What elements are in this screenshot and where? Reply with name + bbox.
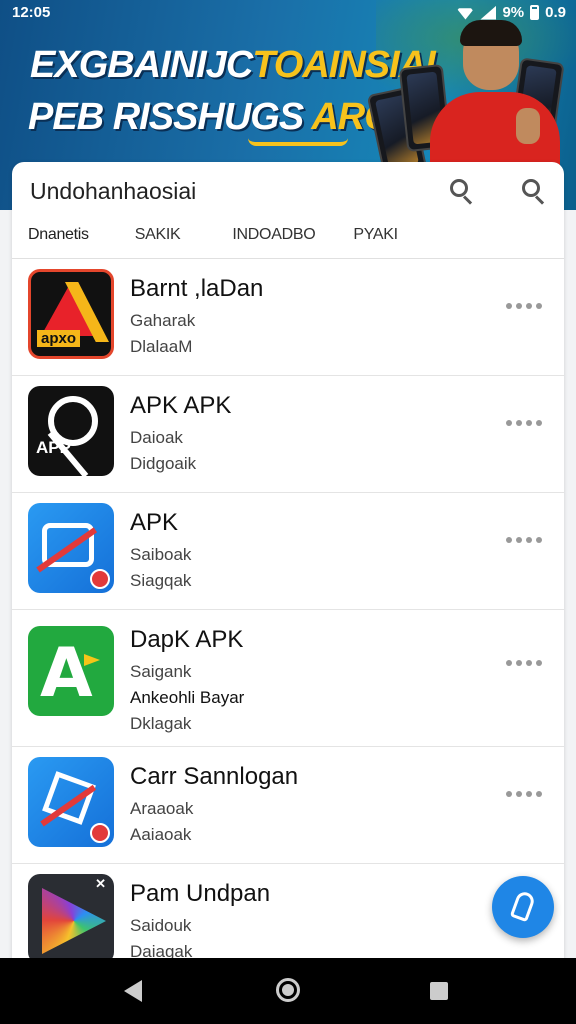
apk-green-a-icon[interactable]: A xyxy=(28,626,114,716)
more-options-icon[interactable] xyxy=(506,660,542,666)
app-subtitle: Saidouk xyxy=(130,916,192,935)
apk-blue-square-icon[interactable] xyxy=(28,757,114,847)
app-subtitle: Dklagak xyxy=(130,714,192,733)
tab-bar: Dnanetis SAKIK INDOADBO PYAKI xyxy=(12,218,564,258)
recent-apps-icon[interactable] xyxy=(430,982,448,1000)
search-icon[interactable] xyxy=(448,178,474,205)
thumbs-up-icon xyxy=(516,108,540,144)
tab-4[interactable]: PYAKI xyxy=(337,218,413,258)
app-name: Pam Undpan xyxy=(130,880,271,907)
app-name: DapK APK xyxy=(130,626,244,653)
app-subtitle: Gaharak xyxy=(130,311,196,330)
app-subtitle: Saigank xyxy=(130,662,192,681)
app-name: Carr Sannlogan xyxy=(130,763,299,790)
headline-2-white: PEB RISSHUGS xyxy=(28,96,304,138)
headline-underline xyxy=(248,138,348,146)
tab-1[interactable]: Dnanetis xyxy=(12,218,105,258)
app-name: Barnt ,laDan xyxy=(130,275,264,302)
status-time: 12:05 xyxy=(12,4,51,21)
list-item[interactable]: APK Saiboak Siagqak xyxy=(12,493,564,610)
app-subtitle: DlalaaM xyxy=(130,337,193,356)
apk-red-yellow-a-icon[interactable]: apxo xyxy=(28,269,114,359)
list-item[interactable]: Carr Sannlogan Araaoak Aaiaoak xyxy=(12,747,564,864)
app-list: apxo Barnt ,laDan Gaharak DlalaaM APP AP… xyxy=(12,259,564,981)
apk-play-icon[interactable]: ✕ xyxy=(28,874,114,964)
banner-headline-2: PEB RISSHUGS ARC xyxy=(28,96,392,139)
app-subtitle: Siagqak xyxy=(130,571,192,590)
back-icon[interactable] xyxy=(124,980,142,1002)
search-header: Undohanhaosiai xyxy=(12,162,564,218)
person-hair xyxy=(460,20,522,46)
more-options-icon[interactable] xyxy=(506,537,542,543)
more-options-icon[interactable] xyxy=(506,420,542,426)
app-name: APK APK xyxy=(130,392,232,419)
icon-label: apxo xyxy=(37,330,81,347)
floating-action-button[interactable] xyxy=(492,876,554,938)
app-subtitle: Daioak xyxy=(130,428,183,447)
navigation-bar xyxy=(0,958,576,1024)
app-subtitle: Didgoaik xyxy=(130,454,197,473)
app-subtitle: Araaoak xyxy=(130,799,194,818)
tab-3[interactable]: INDOADBO xyxy=(216,218,331,258)
search-icon-secondary[interactable] xyxy=(520,178,546,205)
home-icon[interactable] xyxy=(276,978,300,1002)
app-subtitle: Ankeohli Bayar xyxy=(130,688,245,707)
apk-blue-bubble-icon[interactable] xyxy=(28,503,114,593)
app-subtitle: Saiboak xyxy=(130,545,192,564)
pen-icon xyxy=(509,889,537,923)
more-options-icon[interactable] xyxy=(506,791,542,797)
headline-1-white: EXGBAINIJC xyxy=(30,44,253,86)
more-options-icon[interactable] xyxy=(506,303,542,309)
app-name: APK xyxy=(130,509,179,536)
apk-black-ring-icon[interactable]: APP xyxy=(28,386,114,476)
app-list-card: Undohanhaosiai Dnanetis SAKIK INDOADBO P… xyxy=(12,162,564,982)
list-item[interactable]: A DapK APK Saigank Ankeohli Bayar Dklaga… xyxy=(12,610,564,747)
list-item[interactable]: APP APK APK Daioak Didgoaik xyxy=(12,376,564,493)
search-title[interactable]: Undohanhaosiai xyxy=(30,178,196,205)
list-item[interactable]: apxo Barnt ,laDan Gaharak DlalaaM xyxy=(12,259,564,376)
icon-label: APP xyxy=(36,438,71,457)
app-subtitle: Aaiaoak xyxy=(130,825,192,844)
tab-2[interactable]: SAKIK xyxy=(119,218,197,258)
